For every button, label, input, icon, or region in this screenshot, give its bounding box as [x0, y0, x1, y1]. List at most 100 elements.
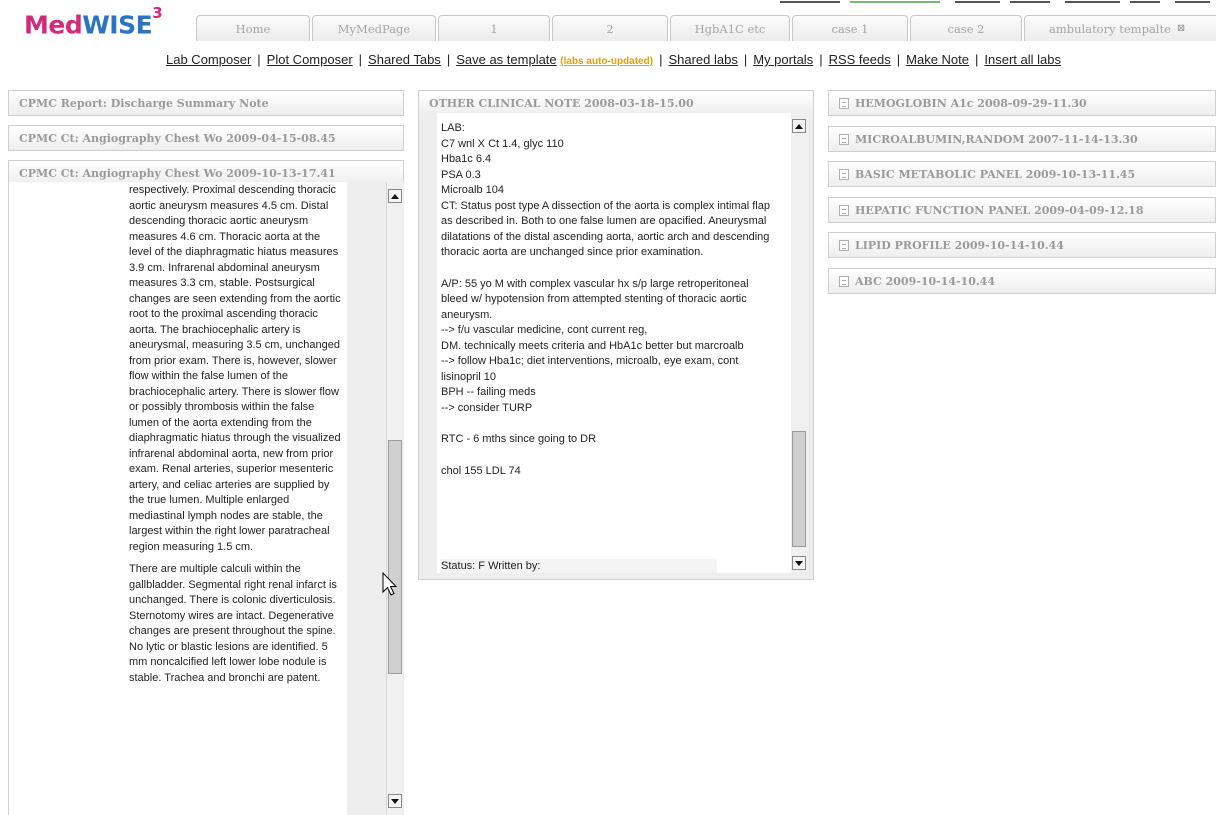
- note-line: [441, 261, 771, 277]
- scroll-down-button[interactable]: [792, 556, 806, 570]
- tab-label: 1: [490, 21, 498, 36]
- tab-1[interactable]: 1: [438, 15, 550, 41]
- separator: |: [358, 52, 363, 67]
- portlet-lipid-profile[interactable]: LIPID PROFILE 2009-10-14-10.44: [828, 232, 1216, 258]
- portlet-hepatic-function-panel[interactable]: HEPATIC FUNCTION PANEL 2009-04-09-12.18: [828, 197, 1216, 223]
- separator: |: [446, 52, 451, 67]
- portlet-title: CPMC Report: Discharge Summary Note: [19, 96, 269, 110]
- portlet-microalbumin[interactable]: MICROALBUMIN,RANDOM 2007-11-14-13.30: [828, 126, 1216, 152]
- note-line: CT: Status post type A dissection of the…: [441, 199, 770, 259]
- close-icon[interactable]: ⊠: [1177, 23, 1185, 34]
- tab-label: MyMedPage: [337, 21, 411, 36]
- rss-feeds-link[interactable]: RSS feeds: [829, 52, 891, 67]
- separator: |: [659, 52, 663, 67]
- note-line: RTC - 6 mths since going to DR: [441, 433, 597, 445]
- scroll-down-button[interactable]: [388, 794, 402, 808]
- portlet-title: ABC 2009-10-14-10.44: [855, 274, 995, 288]
- plot-composer-link[interactable]: Plot Composer: [267, 52, 353, 67]
- note-line: Hba1c 6.4: [441, 153, 492, 165]
- separator: |: [896, 52, 901, 67]
- ct-report-pane: respectively. Proximal descending thorac…: [8, 182, 404, 815]
- note-line: PSA 0.3: [441, 168, 481, 181]
- portlet-hemoglobin-a1c[interactable]: HEMOGLOBIN A1c 2008-09-29-11.30: [828, 90, 1216, 116]
- tab-label: ambulatory tempalte: [1049, 21, 1171, 36]
- arrow-down-icon: [391, 798, 399, 804]
- note-line: Microalb 104: [441, 184, 504, 196]
- separator: |: [975, 52, 979, 67]
- note-line: --> consider TURP: [441, 401, 533, 414]
- my-portals-link[interactable]: My portals: [753, 52, 813, 67]
- portlet-title: CPMC Ct: Angiography Chest Wo 2009-04-15…: [19, 131, 336, 145]
- document-icon: [839, 168, 849, 180]
- make-note-link[interactable]: Make Note: [906, 52, 969, 67]
- tab-label: 2: [606, 21, 614, 36]
- portlet-title: MICROALBUMIN,RANDOM 2007-11-14-13.30: [855, 132, 1138, 146]
- note-line: A/P: 55 yo M with complex vascular hx s/…: [441, 277, 749, 321]
- tab-label: case 2: [947, 21, 985, 36]
- separator: |: [743, 52, 748, 67]
- ct-report-content: respectively. Proximal descending thorac…: [129, 183, 341, 686]
- separator: |: [257, 52, 261, 67]
- scroll-thumb[interactable]: [388, 440, 402, 674]
- ct-report-scrollbar[interactable]: [386, 182, 403, 815]
- top-strip: [780, 0, 1216, 4]
- note-content: LAB: C7 wnl X Ct 1.4, glyc 110 Hba1c 6.4 PS…: [441, 121, 771, 479]
- note-line: DM. technically meets criteria and HbA1c…: [441, 339, 744, 352]
- tab-case-1[interactable]: case 1: [792, 15, 908, 41]
- tab-label: HgbA1C etc: [694, 21, 766, 36]
- portlet-angiography-2009-04[interactable]: CPMC Ct: Angiography Chest Wo 2009-04-15…: [8, 125, 404, 151]
- portlet-discharge-summary[interactable]: CPMC Report: Discharge Summary Note: [8, 90, 404, 116]
- link-bar: Lab Composer | Plot Composer | Shared Tabs | S…: [166, 52, 1216, 72]
- portlet-title: HEMOGLOBIN A1c 2008-09-29-11.30: [855, 96, 1087, 110]
- tab-home[interactable]: Home: [196, 15, 310, 41]
- logo-wise: WISE: [82, 10, 153, 40]
- note-line: --> follow Hba1c; diet interventions, mi…: [441, 355, 739, 383]
- tab-mymedpage[interactable]: MyMedPage: [312, 15, 436, 41]
- scroll-thumb[interactable]: [792, 431, 806, 547]
- tab-2[interactable]: 2: [552, 15, 668, 41]
- document-icon: [839, 204, 849, 216]
- portlet-title: LIPID PROFILE 2009-10-14-10.44: [855, 238, 1064, 252]
- insert-all-labs-link[interactable]: Insert all labs: [984, 52, 1061, 67]
- tab-case-2[interactable]: case 2: [910, 15, 1022, 41]
- arrow-up-icon: [795, 123, 803, 129]
- medwise-logo[interactable]: MedWISE3: [24, 4, 163, 40]
- report-paragraph: There are multiple calculi within the ga…: [129, 563, 337, 684]
- tab-ambulatory-template[interactable]: ambulatory tempalte ⊠: [1024, 15, 1216, 41]
- document-icon: [839, 239, 849, 251]
- note-line: --> f/u vascular medicine, cont current …: [441, 324, 648, 336]
- portlet-title: BASIC METABOLIC PANEL 2009-10-13-11.45: [855, 167, 1136, 181]
- note-line: [441, 416, 771, 432]
- note-scrollbar[interactable]: [791, 113, 808, 573]
- labs-auto-updated-note: (labs auto-updated): [560, 56, 654, 67]
- shared-labs-link[interactable]: Shared labs: [668, 52, 737, 67]
- report-paragraph: respectively. Proximal descending thorac…: [129, 184, 341, 553]
- arrow-down-icon: [795, 560, 803, 566]
- shared-tabs-link[interactable]: Shared Tabs: [368, 52, 441, 67]
- separator: |: [819, 52, 823, 67]
- scroll-up-button[interactable]: [792, 119, 806, 133]
- portlet-title: HEPATIC FUNCTION PANEL 2009-04-09-12.18: [855, 203, 1144, 217]
- portlet-abc[interactable]: ABC 2009-10-14-10.44: [828, 268, 1216, 294]
- tab-label: Home: [235, 21, 271, 36]
- clinical-note-pane: LAB: C7 wnl X Ct 1.4, glyc 110 Hba1c 6.4 PS…: [418, 113, 814, 580]
- note-line: BPH -- failing meds: [441, 386, 536, 398]
- status-text: Status: F Written by:: [441, 560, 541, 572]
- logo-version: 3: [152, 4, 163, 22]
- tab-hgba1c-etc[interactable]: HgbA1C etc: [670, 15, 790, 41]
- portlet-title: OTHER CLINICAL NOTE 2008-03-18-15.00: [429, 96, 694, 110]
- lab-composer-link[interactable]: Lab Composer: [166, 52, 251, 67]
- scroll-up-button[interactable]: [388, 189, 402, 203]
- portlet-basic-metabolic-panel[interactable]: BASIC METABOLIC PANEL 2009-10-13-11.45: [828, 161, 1216, 187]
- portlet-title: CPMC Ct: Angiography Chest Wo 2009-10-13…: [19, 166, 336, 180]
- logo-med: Med: [24, 10, 83, 40]
- document-icon: [839, 133, 849, 145]
- save-as-template-link[interactable]: Save as template: [456, 52, 556, 67]
- document-icon: [839, 275, 849, 287]
- note-line: C7 wnl X Ct 1.4, glyc 110: [441, 137, 564, 150]
- tab-label: case 1: [831, 21, 869, 36]
- note-line: [441, 448, 771, 464]
- document-icon: [839, 97, 849, 109]
- note-line: LAB:: [441, 122, 465, 134]
- tab-bar: Home MyMedPage 1 2 HgbA1C etc case 1 cas…: [196, 15, 1216, 43]
